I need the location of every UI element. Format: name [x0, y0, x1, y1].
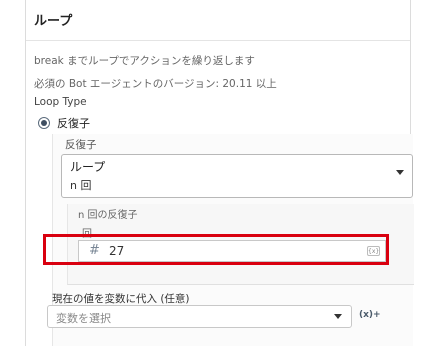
radio-selected-icon[interactable] [38, 117, 50, 129]
description-line-1: break までループでアクションを繰り返します [34, 55, 255, 67]
chevron-down-icon[interactable] [396, 170, 404, 175]
iterator-radio-label: 反復子 [57, 117, 90, 130]
n-times-section-label: n 回の反復子 [78, 210, 138, 221]
insert-variable-icon[interactable]: (x)+ [359, 310, 381, 320]
variable-select[interactable]: 変数を選択 [47, 305, 352, 328]
assign-variable-label: 現在の値を変数に代入 (任意) [52, 293, 190, 305]
highlight-box [43, 234, 389, 265]
iterator-select-value: ループ [70, 160, 106, 174]
iterator-radio-option[interactable]: 反復子 [38, 115, 90, 131]
iterator-select[interactable]: ループ n 回 [61, 154, 413, 198]
loop-type-label: Loop Type [34, 96, 87, 108]
panel-header: ループ [26, 0, 410, 41]
variable-select-placeholder: 変数を選択 [56, 312, 111, 325]
iterator-label: 反復子 [65, 139, 97, 151]
chevron-down-icon[interactable] [334, 314, 342, 319]
description-line-2: 必須の Bot エージェントのバージョン: 20.11 以上 [34, 78, 277, 90]
iterator-select-subvalue: n 回 [70, 179, 92, 192]
page-title: ループ [34, 14, 73, 29]
